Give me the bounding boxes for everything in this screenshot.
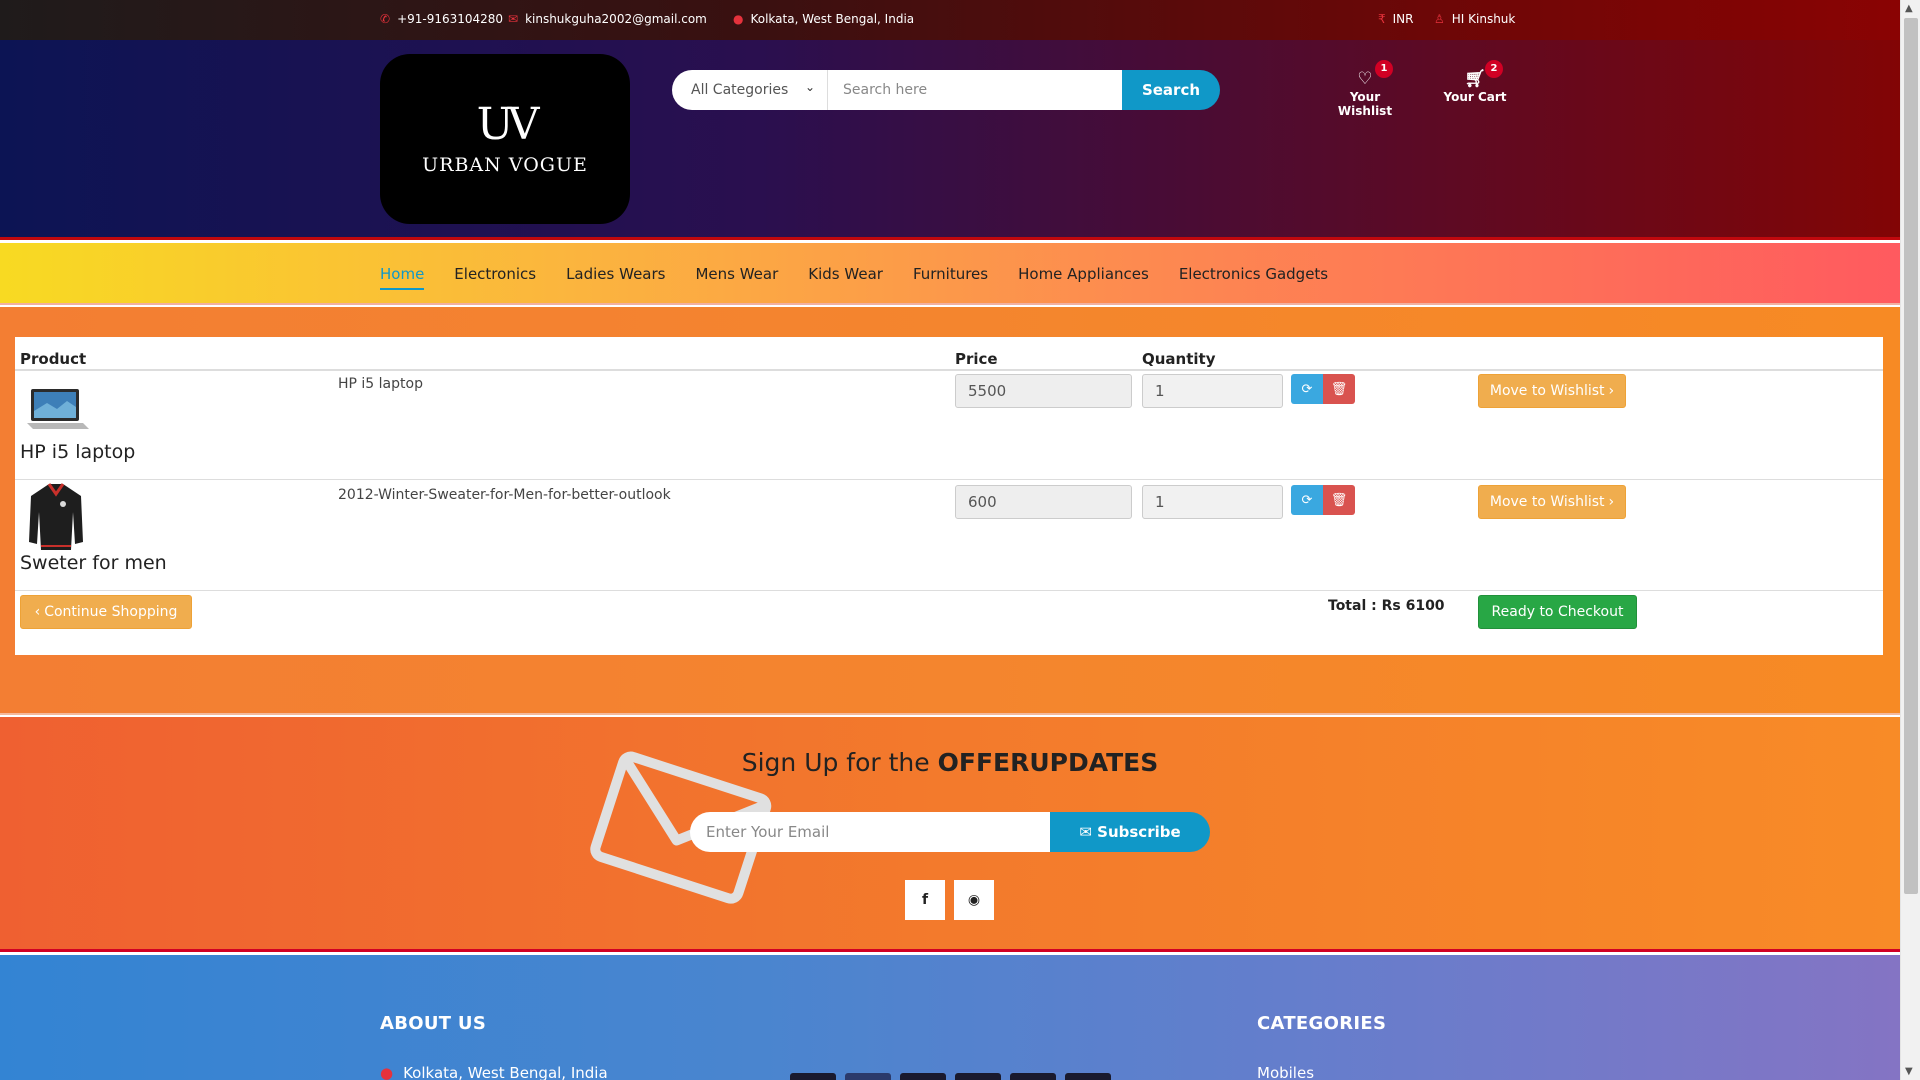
remove-item-button[interactable]: 🗑︎ [1323, 374, 1355, 404]
column-header-price: Price [955, 350, 998, 368]
trash-icon: 🗑︎ [1330, 381, 1348, 397]
page: ✆ +91-9163104280 ✉ kinshukguha2002@gmail… [0, 0, 1900, 1080]
wishlist-link[interactable]: ♡ 1 Your Wishlist [1325, 60, 1405, 118]
product-thumbnail[interactable] [27, 482, 85, 556]
product-thumbnail[interactable] [25, 387, 91, 435]
scroll-down-arrow-icon[interactable]: ▼ [1905, 1066, 1913, 1077]
nav-item-electronics[interactable]: Electronics [454, 265, 536, 290]
update-quantity-button[interactable]: ⟳ [1291, 485, 1323, 515]
map-marker-icon: ● [733, 12, 744, 26]
nav-item-mens-wear[interactable]: Mens Wear [695, 265, 778, 290]
price-field: 600 [955, 485, 1132, 519]
newsletter-section: Sign Up for the OFFERUPDATES ✉ Subscribe… [0, 717, 1900, 952]
search-form: All Categories ⌄ Search [672, 70, 1220, 110]
currency-link[interactable]: ₹ INR [1378, 12, 1414, 26]
search-button[interactable]: Search [1122, 70, 1220, 110]
logo-monogram: UV [476, 99, 540, 150]
newsletter-title: Sign Up for the OFFERUPDATES [741, 748, 1159, 777]
site-footer: ABOUT US ● Kolkata, West Bengal, India C… [0, 955, 1900, 1080]
scrollbar-thumb[interactable] [1904, 18, 1918, 894]
amex-icon [1065, 1073, 1111, 1080]
remove-item-button[interactable]: 🗑︎ [1323, 485, 1355, 515]
product-name-link[interactable]: HP i5 laptop [338, 376, 423, 392]
trash-icon: 🗑︎ [1330, 492, 1348, 508]
rupee-icon: ₹ [1378, 12, 1386, 26]
envelope-icon: ✉ [1079, 823, 1092, 841]
wishlist-count-badge: 1 [1375, 60, 1393, 78]
refresh-icon: ⟳ [1301, 381, 1313, 397]
header-divider [15, 369, 1883, 371]
cart-label: Your Cart [1443, 90, 1507, 104]
newsletter-email-input[interactable] [690, 812, 1050, 852]
credit-card-icon [845, 1073, 891, 1080]
checkout-button[interactable]: Ready to Checkout [1478, 595, 1637, 629]
search-input[interactable] [828, 70, 1122, 110]
heart-icon: ♡ [1357, 69, 1373, 89]
footer-about-title: ABOUT US [380, 1013, 487, 1034]
logo-name: URBAN VOGUE [422, 154, 588, 176]
wishlist-label: Your Wishlist [1337, 90, 1393, 118]
facebook-link[interactable]: f [905, 880, 945, 920]
nav-item-home[interactable]: Home [380, 265, 425, 290]
chevron-left-icon: ‹ [34, 604, 41, 620]
column-header-quantity: Quantity [1142, 350, 1216, 368]
quantity-input[interactable]: 1 [1142, 374, 1283, 408]
paypal-icon [900, 1073, 946, 1080]
page-scrollbar[interactable]: ▲ ▼ [1900, 0, 1920, 1080]
product-thumb-caption: Sweter for men [20, 552, 167, 574]
github-icon: ◉ [967, 892, 981, 908]
map-marker-icon: ● [380, 1064, 394, 1080]
update-quantity-button[interactable]: ⟳ [1291, 374, 1323, 404]
envelope-icon: ✉ [508, 12, 519, 26]
chevron-down-icon: ⌄ [804, 80, 815, 94]
nav-item-furnitures[interactable]: Furnitures [913, 265, 988, 290]
cart-count-badge: 2 [1485, 60, 1503, 78]
quantity-input[interactable]: 1 [1142, 485, 1283, 519]
facebook-icon: f [921, 892, 929, 908]
discover-icon [1010, 1073, 1056, 1080]
price-field: 5500 [955, 374, 1132, 408]
product-thumb-caption: HP i5 laptop [20, 441, 136, 463]
site-logo[interactable]: UV URBAN VOGUE [380, 54, 630, 224]
visa-icon [790, 1073, 836, 1080]
product-name-link[interactable]: 2012-Winter-Sweater-for-Men-for-better-o… [338, 487, 671, 503]
refresh-icon: ⟳ [1301, 492, 1313, 508]
shopping-cart-icon: 🛒︎ [1464, 69, 1486, 89]
footer-category-link[interactable]: Mobiles [1257, 1064, 1314, 1080]
cart-table: Product Price Quantity HP i5 laptop HP i… [15, 337, 1883, 655]
column-header-product: Product [20, 350, 87, 368]
row-divider [15, 590, 1883, 591]
footer-categories-title: CATEGORIES [1257, 1013, 1387, 1034]
user-icon: ♙ [1434, 12, 1445, 26]
nav-item-electronics-gadgets[interactable]: Electronics Gadgets [1179, 265, 1328, 290]
github-link[interactable]: ◉ [954, 880, 994, 920]
continue-shopping-button[interactable]: ‹ Continue Shopping [20, 595, 192, 629]
cart-total: Total : Rs 6100 [1328, 598, 1445, 614]
cart-link[interactable]: 🛒︎ 2 Your Cart [1440, 60, 1510, 104]
nav-item-home-appliances[interactable]: Home Appliances [1018, 265, 1149, 290]
chevron-right-icon: › [1608, 383, 1615, 399]
subscribe-button[interactable]: ✉ Subscribe [1050, 812, 1210, 852]
main-navigation: Home Electronics Ladies Wears Mens Wear … [0, 243, 1900, 305]
move-to-wishlist-button[interactable]: Move to Wishlist › [1478, 374, 1626, 408]
location-link[interactable]: ● Kolkata, West Bengal, India [733, 12, 914, 26]
main-header: UV URBAN VOGUE All Categories ⌄ Search ♡… [0, 40, 1900, 240]
cart-section: Product Price Quantity HP i5 laptop HP i… [0, 307, 1900, 715]
category-select[interactable]: All Categories ⌄ [672, 70, 828, 110]
row-divider [15, 479, 1883, 480]
top-header: ✆ +91-9163104280 ✉ kinshukguha2002@gmail… [0, 0, 1900, 40]
chevron-right-icon: › [1608, 494, 1615, 510]
account-link[interactable]: ♙ HI Kinshuk [1434, 12, 1515, 26]
nav-item-ladies-wears[interactable]: Ladies Wears [566, 265, 665, 290]
nav-item-kids-wear[interactable]: Kids Wear [808, 265, 883, 290]
phone-link[interactable]: ✆ +91-9163104280 [380, 12, 503, 26]
mastercard-icon [955, 1073, 1001, 1080]
newsletter-form: ✉ Subscribe [690, 812, 1210, 852]
email-link[interactable]: ✉ kinshukguha2002@gmail.com [508, 12, 707, 26]
footer-address: ● Kolkata, West Bengal, India [380, 1064, 608, 1080]
scroll-up-arrow-icon[interactable]: ▲ [1905, 3, 1913, 14]
move-to-wishlist-button[interactable]: Move to Wishlist › [1478, 485, 1626, 519]
phone-icon: ✆ [380, 12, 391, 26]
